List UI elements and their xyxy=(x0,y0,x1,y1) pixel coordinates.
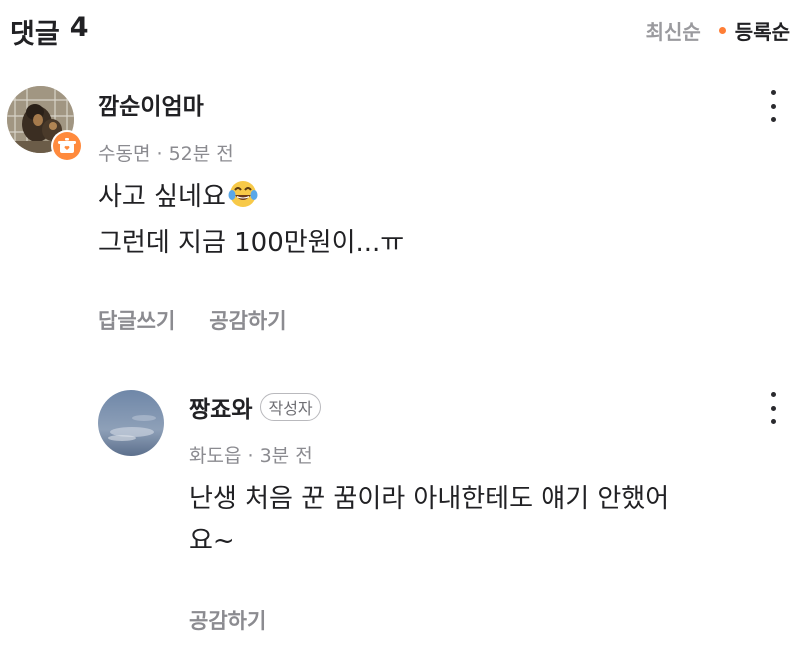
comment-time: 52분 전 xyxy=(168,143,234,165)
reply-nickname[interactable]: 짱죠와 xyxy=(189,397,252,423)
like-button[interactable]: 공감하기 xyxy=(189,605,266,635)
reply-button[interactable]: 답글쓰기 xyxy=(98,305,175,335)
reply-meta: 화도읍 · 3분 전 xyxy=(189,441,313,468)
reply-line: 난생 처음 꾼 꿈이라 아내한테도 얘기 안했어 xyxy=(189,484,670,514)
author-tag-badge: 작성자 xyxy=(260,393,321,421)
reply-time: 3분 전 xyxy=(259,445,313,467)
comment-location: 수동면 xyxy=(98,143,151,165)
comment-nickname[interactable]: 깜순이엄마 xyxy=(98,87,204,121)
reply-location: 화도읍 xyxy=(189,445,242,467)
reply-body: 난생 처음 꾼 꿈이라 아내한테도 얘기 안했어 요~ xyxy=(189,478,669,562)
more-options-icon[interactable] xyxy=(763,388,783,428)
meta-separator: · xyxy=(247,445,260,467)
comment-item: 깜순이엄마 수동면 · 52분 전 사고 싶네요 그런데 지금 100만원이..… xyxy=(0,0,800,360)
reply-item: 짱죠와 작성자 화도읍 · 3분 전 난생 처음 꾼 꿈이라 아내한테도 얘기 안… xyxy=(0,360,800,666)
reply-nickname-row: 짱죠와 작성자 xyxy=(189,390,321,424)
comment-line: 사고 싶네요 xyxy=(98,176,404,222)
face-with-tears-of-joy-icon xyxy=(228,179,258,222)
like-button[interactable]: 공감하기 xyxy=(209,305,286,335)
reply-actions: 공감하기 xyxy=(189,605,266,635)
meta-separator: · xyxy=(156,143,169,165)
comment-line: 그런데 지금 100만원이...ㅠ xyxy=(98,228,405,258)
avatar[interactable] xyxy=(98,390,164,456)
more-options-icon[interactable] xyxy=(763,86,783,126)
comment-actions: 답글쓰기 공감하기 xyxy=(98,305,287,335)
pot-badge-icon xyxy=(51,130,83,162)
sky-photo-icon xyxy=(98,390,164,456)
comment-body: 사고 싶네요 그런데 지금 100만원이...ㅠ xyxy=(98,176,404,264)
reply-line: 요~ xyxy=(189,526,235,556)
comment-meta: 수동면 · 52분 전 xyxy=(98,139,234,166)
